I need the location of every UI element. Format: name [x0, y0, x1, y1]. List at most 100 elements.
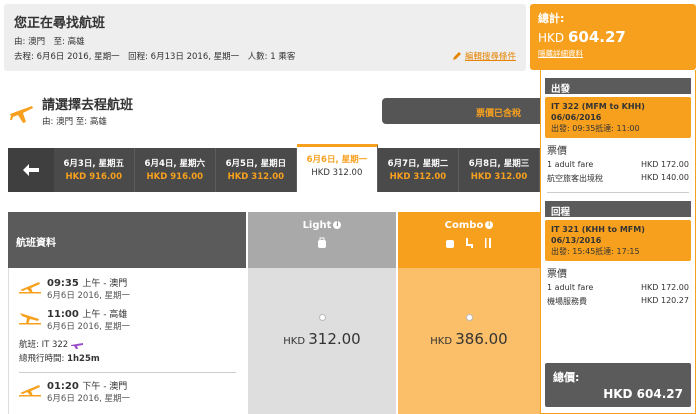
pencil-icon: [452, 52, 461, 60]
arrival-time: 11:00 上午 - 高雄: [47, 307, 130, 320]
combo-fare-header[interactable]: Combo i: [398, 212, 540, 268]
date-label: 6月3日, 星期五: [63, 159, 125, 169]
light-fare-header[interactable]: Light i: [248, 212, 396, 268]
flight-number-text: 航班: IT 322: [19, 340, 69, 350]
date-label: 6月7日, 星期二: [387, 159, 449, 169]
bag-icon: [445, 240, 454, 248]
departure-time-value: 09:35: [47, 278, 79, 289]
select-title: 請選擇去程航班: [42, 98, 134, 113]
departing-plane-icon: [10, 105, 33, 123]
arrival-segment: 11:00 上午 - 高雄 6月6日 2016, 星期一: [19, 307, 236, 332]
outbound-fare-label: 票價: [547, 146, 567, 157]
date-label: 6月5日, 星期日: [225, 159, 287, 169]
outbound-flight-box: IT 322 (MFM to KHH) 06/06/2016 出發: 09:35…: [545, 97, 691, 138]
date-selector: 6月3日, 星期五 HKD 916.00 6月4日, 星期六 HKD 916.0…: [8, 144, 541, 192]
combo-fare-cell[interactable]: HKD 386.00: [398, 268, 540, 414]
next-departure-date: 6月6日 2016, 星期一: [47, 394, 131, 404]
fare-name: 1 adult fare: [547, 283, 594, 292]
arrow-left-icon: [22, 164, 39, 176]
fare-name: 機場服務費: [547, 297, 587, 306]
grand-total: 總價: HKD 604.27: [545, 363, 691, 407]
summary-divider: [547, 192, 689, 193]
fare-value: HKD 120.27: [641, 296, 689, 305]
total-label: 總計:: [538, 12, 565, 25]
seat-icon: [466, 238, 473, 248]
light-fare-title: Light: [302, 220, 332, 231]
outbound-flight: IT 322 (MFM to KHH): [551, 102, 645, 111]
date-price: HKD 312.00: [389, 172, 447, 182]
date-price: HKD 916.00: [146, 172, 204, 182]
hide-details-link[interactable]: 隱藏詳細資料: [538, 48, 688, 59]
search-title: 您正在尋找航班: [14, 16, 106, 31]
next-place: 下午 - 澳門: [82, 382, 128, 392]
search-route: 由: 澳門 至: 高雄: [14, 37, 85, 47]
booking-summary-panel: 出發 IT 322 (MFM to KHH) 06/06/2016 出發: 09…: [540, 70, 696, 414]
combo-fare-radio[interactable]: [465, 314, 473, 321]
flight-number: 航班: IT 322: [19, 338, 236, 350]
inbound-fare-label: 票價: [547, 269, 567, 280]
takeoff-icon: [19, 385, 41, 397]
flight-info-cell: 09:35 上午 - 澳門 6月6日 2016, 星期一 11:00 上午 - …: [8, 268, 246, 414]
combo-amount: 386.00: [455, 330, 508, 348]
date-tab[interactable]: 6月3日, 星期五 HKD 916.00: [54, 148, 135, 192]
departure-date: 6月6日 2016, 星期一: [47, 291, 131, 301]
inbound-fares: 票價 1 adult fare HKD 172.00 機場服務費 HKD 120.2…: [547, 265, 689, 307]
light-fare-radio[interactable]: [318, 314, 326, 321]
fare-name: 1 adult fare: [547, 160, 594, 169]
fare-value: HKD 172.00: [641, 283, 689, 292]
date-label: 6月8日, 星期三: [468, 159, 530, 169]
info-icon[interactable]: i: [333, 221, 342, 229]
fare-row: 1 adult fare HKD 172.00: [547, 160, 689, 169]
light-amount: 312.00: [308, 330, 361, 348]
date-price: HKD 312.00: [227, 172, 285, 182]
combo-currency: HKD: [430, 336, 453, 347]
departure-place: 上午 - 澳門: [82, 279, 128, 289]
total-summary-header: 總計: HKD 604.27 隱藏詳細資料: [530, 4, 696, 70]
fare-row: 機場服務費 HKD 120.27: [547, 296, 689, 307]
departure-time: 09:35 上午 - 澳門: [47, 276, 130, 289]
fare-value: HKD 172.00: [641, 160, 689, 169]
fare-row: 航空旅客出境稅 HKD 140.00: [547, 173, 689, 184]
outbound-date: 06/06/2016: [551, 113, 602, 122]
arrival-date: 6月6日 2016, 星期一: [47, 322, 131, 332]
search-dates: 去程: 6月6日 2016, 星期一 回程: 6月13日 2016, 星期一 人…: [14, 52, 296, 62]
prev-dates-button[interactable]: [8, 148, 54, 192]
next-time-value: 01:20: [47, 381, 79, 392]
select-flight-header: 請選擇去程航班 由: 澳門 至: 高雄: [8, 94, 133, 127]
outbound-fares: 票價 1 adult fare HKD 172.00 航空旅客出境稅 HKD 140…: [547, 142, 689, 184]
date-tab[interactable]: 6月4日, 星期六 HKD 916.00: [135, 148, 216, 192]
outbound-times: 出發: 09:35抵達: 11:00: [551, 124, 640, 133]
duration-value: 1h25m: [67, 354, 100, 364]
inbound-heading: 回程: [545, 201, 691, 218]
search-summary: 您正在尋找航班 由: 澳門 至: 高雄 去程: 6月6日 2016, 星期一 回…: [4, 4, 526, 71]
inbound-times: 出發: 15:45抵達: 17:15: [551, 247, 640, 256]
date-label: 6月4日, 星期六: [144, 159, 206, 169]
takeoff-icon: [19, 282, 41, 294]
total-currency: HKD: [538, 31, 565, 45]
total-amount: HKD 604.27: [538, 28, 688, 46]
date-price: HKD 312.00: [470, 172, 528, 182]
flight-duration: 總飛行時間: 1h25m: [19, 352, 236, 364]
info-icon[interactable]: i: [485, 221, 494, 229]
light-fare-cell[interactable]: HKD 312.00: [248, 268, 396, 414]
grand-total-label: 總價:: [553, 371, 580, 384]
total-value: 604.27: [567, 28, 626, 46]
combo-fare-icons: [398, 237, 540, 252]
landing-icon: [19, 313, 41, 325]
inbound-flight: IT 321 (KHH to MFM): [551, 225, 645, 234]
inbound-date: 06/13/2016: [551, 236, 602, 245]
light-currency: HKD: [283, 336, 306, 347]
select-route: 由: 澳門 至: 高雄: [42, 117, 107, 127]
arrival-place: 上午 - 高雄: [82, 310, 128, 320]
date-price: HKD 312.00: [311, 168, 363, 178]
date-tab[interactable]: 6月8日, 星期三 HKD 312.00: [459, 148, 541, 192]
date-tab-selected[interactable]: 6月6日, 星期一 HKD 312.00: [296, 144, 378, 192]
edit-search-link[interactable]: 編輯搜尋條件: [452, 50, 516, 62]
fare-value: HKD 140.00: [641, 173, 689, 182]
arrival-time-value: 11:00: [47, 309, 79, 320]
date-tab[interactable]: 6月7日, 星期二 HKD 312.00: [378, 148, 459, 192]
combo-fare-price: HKD 386.00: [398, 330, 540, 348]
fare-row: 1 adult fare HKD 172.00: [547, 283, 689, 292]
fare-name: 航空旅客出境稅: [547, 174, 603, 183]
date-tab[interactable]: 6月5日, 星期日 HKD 312.00: [216, 148, 297, 192]
